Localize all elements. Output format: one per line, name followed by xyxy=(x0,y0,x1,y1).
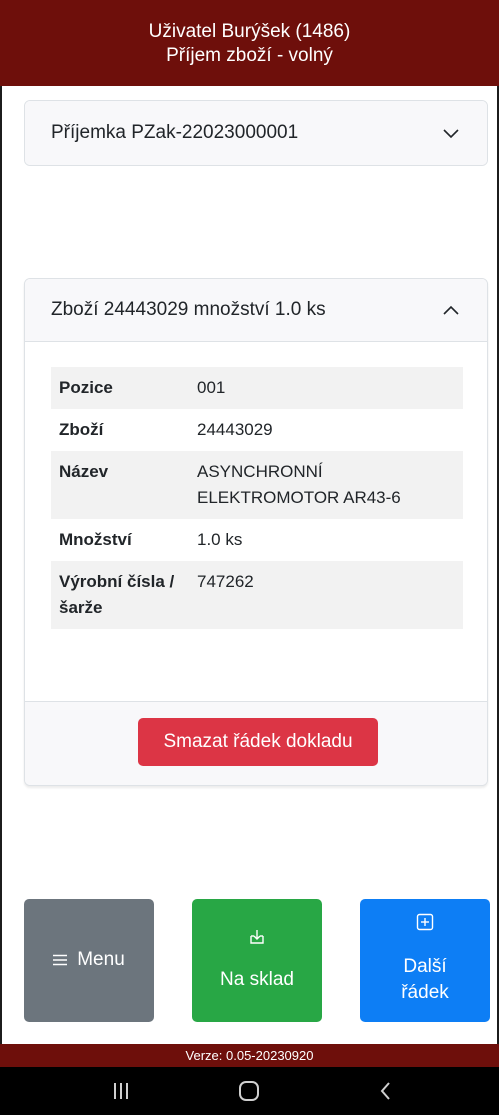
delete-row-button[interactable]: Smazat řádek dokladu xyxy=(138,718,378,766)
item-accordion: Zboží 24443029 množství 1.0 ks Pozice 00… xyxy=(24,278,488,786)
row-value: ASYNCHRONNÍ ELEKTROMOTOR AR43-6 xyxy=(189,451,463,519)
receipt-accordion: Příjemka PZak-22023000001 xyxy=(24,100,488,166)
item-accordion-footer: Smazat řádek dokladu xyxy=(25,701,487,785)
system-nav-bar xyxy=(0,1067,499,1115)
row-value: 1.0 ks xyxy=(197,530,243,549)
item-accordion-header[interactable]: Zboží 24443029 množství 1.0 ks xyxy=(25,279,487,342)
box-arrow-in-down-icon xyxy=(250,930,264,944)
row-label: Název xyxy=(51,451,189,519)
receipt-label: Příjemka PZak-22023000001 xyxy=(51,122,299,143)
row-label: Výrobní čísla / šarže xyxy=(51,561,189,629)
page-title: Příjem zboží - volný xyxy=(166,45,333,66)
home-icon[interactable] xyxy=(236,1079,262,1103)
menu-button-label: Menu xyxy=(77,949,125,970)
item-label: Zboží 24443029 množství 1.0 ks xyxy=(51,299,326,320)
menu-button[interactable]: Menu xyxy=(24,899,154,1022)
row-label: Množství xyxy=(59,530,132,549)
app-header: Uživatel Burýšek (1486) Příjem zboží - v… xyxy=(0,0,499,86)
table-row: Zboží 24443029 xyxy=(51,409,463,451)
chevron-up-icon xyxy=(443,305,459,315)
version-bar: Verze: 0.05-20230920 xyxy=(0,1044,499,1067)
menu-button-content: Menu xyxy=(24,949,154,971)
back-icon[interactable] xyxy=(373,1079,399,1103)
table-row: Množství 1.0 ks xyxy=(51,519,463,561)
user-name: Uživatel Burýšek (1486) xyxy=(148,21,351,42)
table-row: Výrobní čísla / šarže 747262 xyxy=(51,561,463,629)
item-detail-table: Pozice 001 Zboží 24443029 Název ASYNCHRO… xyxy=(51,367,463,629)
row-label: Pozice xyxy=(51,367,189,409)
table-row: Pozice 001 xyxy=(51,367,463,409)
chevron-down-icon xyxy=(443,129,459,139)
table-row: Název ASYNCHRONNÍ ELEKTROMOTOR AR43-6 xyxy=(51,451,463,519)
left-frame-border xyxy=(0,86,2,1044)
next-row-button-label: Další řádek xyxy=(401,956,449,1003)
row-value: 747262 xyxy=(189,561,463,629)
next-row-button[interactable]: Další řádek xyxy=(360,899,490,1022)
receipt-accordion-header[interactable]: Příjemka PZak-22023000001 xyxy=(25,101,487,165)
row-value: 24443029 xyxy=(197,420,273,439)
stock-button[interactable]: Na sklad xyxy=(192,899,322,1022)
plus-square-icon xyxy=(416,913,434,931)
hamburger-icon xyxy=(53,954,68,966)
row-label: Zboží xyxy=(59,420,104,439)
stock-button-label: Na sklad xyxy=(220,969,294,990)
recent-apps-icon[interactable] xyxy=(108,1079,134,1103)
row-value: 001 xyxy=(189,367,463,409)
